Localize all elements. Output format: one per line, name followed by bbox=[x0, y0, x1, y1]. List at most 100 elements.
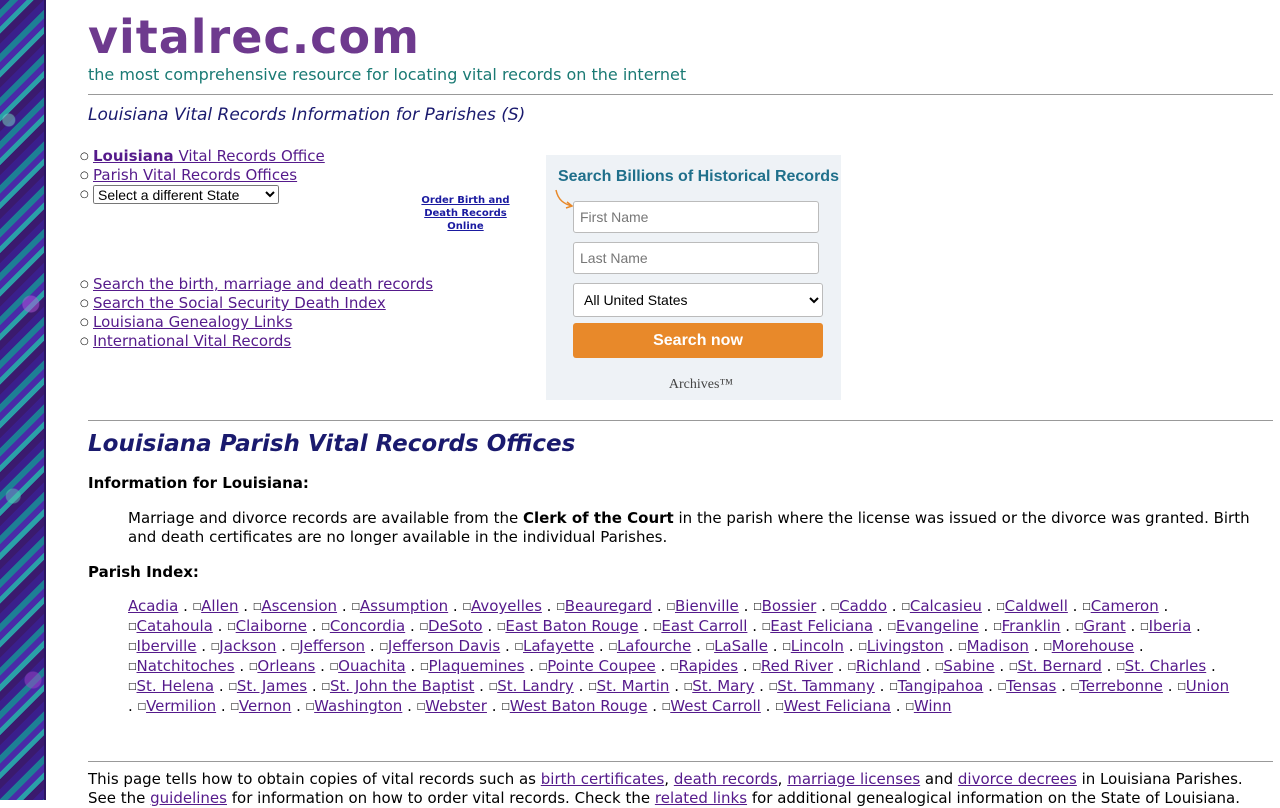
divorce-decrees-link[interactable]: divorce decrees bbox=[958, 770, 1077, 788]
marriage-licenses-link[interactable]: marriage licenses bbox=[787, 770, 920, 788]
parish-separator: . bbox=[891, 697, 906, 715]
parish-link[interactable]: Webster bbox=[425, 697, 487, 715]
parish-link[interactable]: Bienville bbox=[675, 597, 739, 615]
parish-separator: . bbox=[474, 677, 489, 695]
first-name-input[interactable] bbox=[573, 201, 819, 233]
parish-link[interactable]: Morehouse bbox=[1052, 637, 1134, 655]
parish-link[interactable]: Catahoula bbox=[137, 617, 213, 635]
parish-link[interactable]: Plaquemines bbox=[428, 657, 524, 675]
genealogy-links-link[interactable]: Louisiana Genealogy Links bbox=[93, 313, 292, 331]
records-search-widget: Search Billions of Historical Records Al… bbox=[546, 155, 841, 400]
parish-link[interactable]: Tangipahoa bbox=[898, 677, 984, 695]
parish-link[interactable]: Red River bbox=[761, 657, 833, 675]
location-select[interactable]: All United States bbox=[573, 283, 823, 317]
parish-link[interactable]: Concordia bbox=[330, 617, 405, 635]
parish-separator: . bbox=[1162, 677, 1178, 695]
parish-link[interactable]: St. Tammany bbox=[777, 677, 875, 695]
ssdi-link[interactable]: Search the Social Security Death Index bbox=[93, 294, 386, 312]
parish-link[interactable]: Lincoln bbox=[791, 637, 844, 655]
parish-separator: . bbox=[1060, 617, 1075, 635]
parish-link[interactable]: LaSalle bbox=[714, 637, 768, 655]
parish-link[interactable]: Evangeline bbox=[896, 617, 979, 635]
parish-link[interactable]: Jefferson bbox=[299, 637, 365, 655]
parish-link[interactable]: Calcasieu bbox=[910, 597, 982, 615]
parish-link[interactable]: Sabine bbox=[943, 657, 994, 675]
parish-link[interactable]: Livingston bbox=[867, 637, 944, 655]
parish-link[interactable]: Assumption bbox=[360, 597, 448, 615]
search-now-button[interactable]: Search now bbox=[573, 323, 823, 358]
parish-link[interactable]: Rapides bbox=[679, 657, 739, 675]
parish-link[interactable]: Iberia bbox=[1149, 617, 1192, 635]
parish-link[interactable]: Washington bbox=[314, 697, 402, 715]
parish-link[interactable]: Tensas bbox=[1006, 677, 1056, 695]
guidelines-link[interactable]: guidelines bbox=[150, 789, 227, 807]
parish-link[interactable]: Cameron bbox=[1091, 597, 1159, 615]
parish-link[interactable]: St. Charles bbox=[1125, 657, 1207, 675]
parish-link[interactable]: Lafourche bbox=[617, 637, 691, 655]
order-records-link[interactable]: Order Birth and Death Records Online bbox=[421, 195, 509, 232]
parish-link[interactable]: Richland bbox=[856, 657, 921, 675]
bullet-mark-icon: □ bbox=[666, 602, 675, 612]
parish-link[interactable]: St. Bernard bbox=[1017, 657, 1102, 675]
parish-link[interactable]: Bossier bbox=[762, 597, 817, 615]
parish-link[interactable]: Vermilion bbox=[146, 697, 216, 715]
parish-link[interactable]: St. Helena bbox=[137, 677, 215, 695]
bullet-mark-icon: □ bbox=[782, 642, 791, 652]
parish-link[interactable]: Caddo bbox=[839, 597, 887, 615]
parish-link[interactable]: Caldwell bbox=[1005, 597, 1068, 615]
footer-divider bbox=[88, 761, 1273, 762]
parish-link[interactable]: Allen bbox=[201, 597, 238, 615]
parish-link[interactable]: Terrebonne bbox=[1079, 677, 1163, 695]
parish-link[interactable]: St. Mary bbox=[692, 677, 754, 695]
parish-link[interactable]: Union bbox=[1186, 677, 1229, 695]
birth-certificates-link[interactable]: birth certificates bbox=[541, 770, 665, 788]
parish-link[interactable]: Orleans bbox=[257, 657, 315, 675]
parish-link[interactable]: East Baton Rouge bbox=[505, 617, 638, 635]
bullet-mark-icon: □ bbox=[775, 702, 784, 712]
parish-link[interactable]: East Feliciana bbox=[770, 617, 873, 635]
parish-link[interactable]: Iberville bbox=[137, 637, 197, 655]
parish-separator: . bbox=[307, 677, 322, 695]
parish-link[interactable]: Vernon bbox=[239, 697, 291, 715]
bullet-mark-icon: □ bbox=[858, 642, 867, 652]
parish-link[interactable]: Ascension bbox=[261, 597, 337, 615]
parish-link[interactable]: Franklin bbox=[1002, 617, 1061, 635]
parish-separator: . bbox=[669, 677, 684, 695]
parish-link[interactable]: St. James bbox=[237, 677, 307, 695]
parish-separator: . bbox=[276, 637, 291, 655]
parish-link[interactable]: Jefferson Davis bbox=[388, 637, 500, 655]
parish-link[interactable]: DeSoto bbox=[428, 617, 483, 635]
search-widget-title: Search Billions of Historical Records bbox=[558, 168, 839, 185]
state-office-link[interactable]: Louisiana Vital Records Office bbox=[93, 147, 325, 165]
parish-link[interactable]: West Carroll bbox=[670, 697, 761, 715]
parish-link[interactable]: St. Landry bbox=[497, 677, 574, 695]
parish-offices-link[interactable]: Parish Vital Records Offices bbox=[93, 166, 297, 184]
site-logo[interactable]: vitalrec.com bbox=[88, 10, 420, 64]
parish-link[interactable]: Avoyelles bbox=[471, 597, 542, 615]
related-links-link[interactable]: related links bbox=[655, 789, 747, 807]
parish-link[interactable]: Lafayette bbox=[523, 637, 594, 655]
state-select[interactable]: Select a different State bbox=[93, 185, 279, 204]
parish-link[interactable]: Claiborne bbox=[236, 617, 307, 635]
bullet-mark-icon: □ bbox=[901, 602, 910, 612]
international-records-link[interactable]: International Vital Records bbox=[93, 332, 291, 350]
parish-link[interactable]: Beauregard bbox=[565, 597, 652, 615]
parish-link[interactable]: West Baton Rouge bbox=[510, 697, 648, 715]
parish-link[interactable]: Ouachita bbox=[338, 657, 406, 675]
decorative-side-strip bbox=[0, 0, 46, 800]
parish-link[interactable]: Madison bbox=[967, 637, 1029, 655]
bullet-mark-icon: □ bbox=[230, 702, 239, 712]
parish-link[interactable]: West Feliciana bbox=[784, 697, 891, 715]
parish-link[interactable]: Pointe Coupee bbox=[547, 657, 655, 675]
search-records-link[interactable]: Search the birth, marriage and death rec… bbox=[93, 275, 433, 293]
parish-link[interactable]: Jackson bbox=[219, 637, 276, 655]
parish-link[interactable]: Acadia bbox=[128, 597, 178, 615]
parish-link[interactable]: St. John the Baptist bbox=[330, 677, 474, 695]
parish-link[interactable]: East Carroll bbox=[661, 617, 747, 635]
parish-link[interactable]: Winn bbox=[914, 697, 952, 715]
death-records-link[interactable]: death records bbox=[674, 770, 778, 788]
last-name-input[interactable] bbox=[573, 242, 819, 274]
parish-link[interactable]: Natchitoches bbox=[137, 657, 235, 675]
parish-link[interactable]: Grant bbox=[1083, 617, 1125, 635]
parish-link[interactable]: St. Martin bbox=[597, 677, 670, 695]
